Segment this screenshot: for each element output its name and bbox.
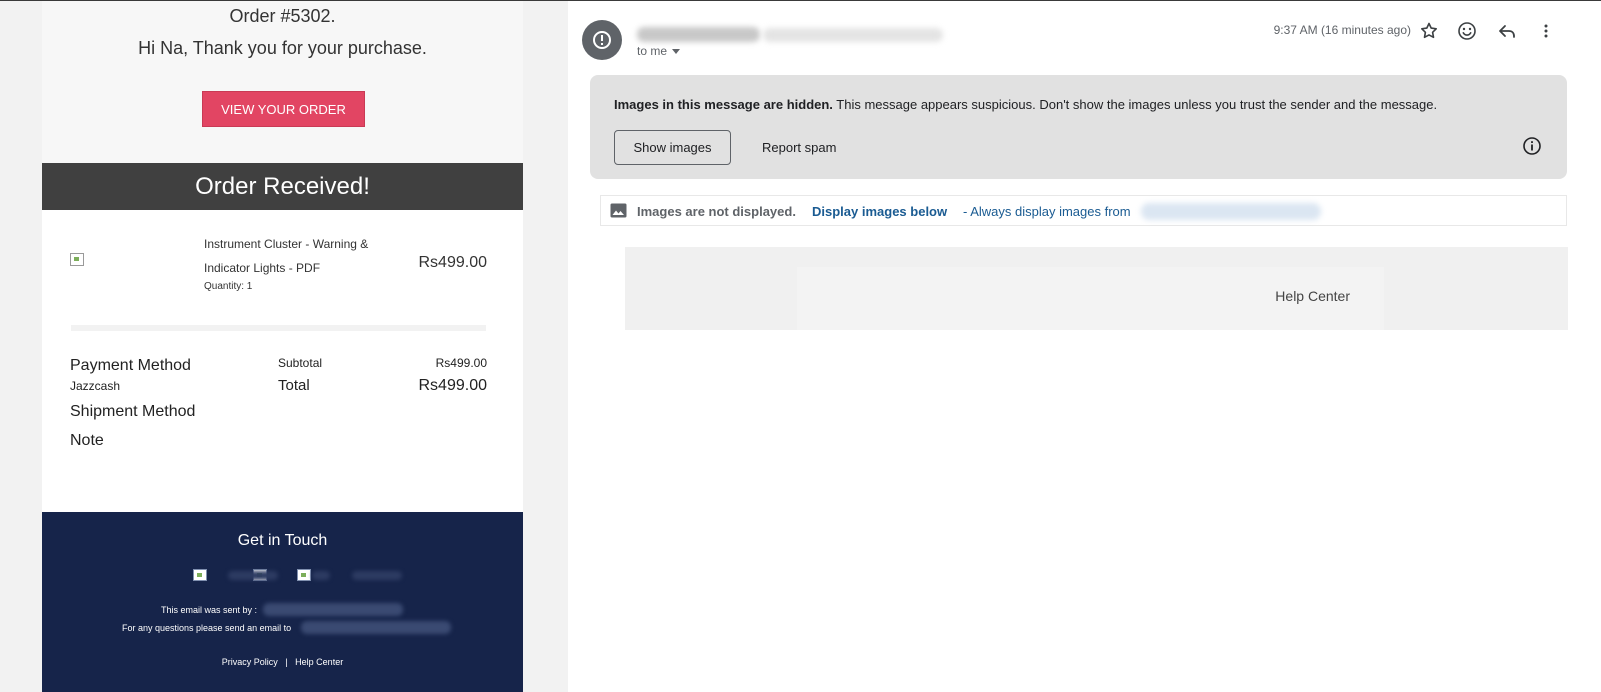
social-icon-3[interactable]	[297, 569, 311, 581]
view-order-button[interactable]: VIEW YOUR ORDER	[202, 91, 365, 127]
redacted-social-label	[312, 571, 330, 580]
item-title: Instrument Cluster - Warning & Indicator…	[204, 237, 369, 275]
report-spam-button[interactable]: Report spam	[750, 130, 848, 165]
redacted-sender-domain	[1141, 203, 1321, 220]
item-quantity: Quantity: 1	[204, 281, 253, 292]
redacted-social-label	[352, 571, 402, 580]
email-body: Order #5302. Hi Na, Thank you for your p…	[42, 1, 523, 692]
images-not-displayed-text: Images are not displayed.	[637, 204, 796, 219]
get-in-touch-heading: Get in Touch	[237, 532, 328, 549]
payment-method-value: Jazzcash	[70, 379, 121, 393]
redacted-sender-address	[763, 28, 943, 42]
item-divider	[71, 325, 486, 331]
info-icon[interactable]	[1521, 135, 1543, 157]
total-value: Rs499.00	[418, 377, 488, 394]
images-not-displayed-bar: Images are not displayed. Display images…	[600, 195, 1567, 226]
footer-help-center-link[interactable]: Help Center	[295, 657, 343, 667]
warning-rest-text: This message appears suspicious. Don't s…	[832, 97, 1438, 112]
star-icon[interactable]	[1417, 19, 1441, 43]
alert-circle-icon	[593, 31, 611, 49]
mail-client-pane: to me 9:37 AM (16 minutes ago) Images in…	[568, 1, 1601, 692]
order-number: Order #5302.	[229, 6, 336, 26]
always-display-images-link[interactable]: - Always display images from	[963, 204, 1131, 219]
reply-icon[interactable]	[1495, 19, 1519, 43]
display-images-below-link[interactable]: Display images below	[812, 204, 947, 219]
show-images-button[interactable]: Show images	[614, 130, 731, 165]
social-icon-1[interactable]	[193, 569, 207, 581]
sent-by-text: This email was sent by :	[161, 605, 258, 615]
note-label: Note	[70, 432, 104, 449]
help-center-link[interactable]: Help Center	[1275, 288, 1350, 304]
screenshot-frame: Order #5302. Hi Na, Thank you for your p…	[0, 0, 1601, 692]
footer-separator: |	[285, 657, 288, 667]
redacted-support-email	[301, 621, 451, 634]
questions-text: For any questions please send an email t…	[122, 623, 292, 633]
to-me-label: to me	[637, 44, 668, 58]
emoji-icon[interactable]	[1455, 19, 1479, 43]
footer-links: Privacy Policy | Help Center	[42, 657, 523, 667]
shipment-method-label: Shipment Method	[70, 403, 196, 420]
item-price: Rs499.00	[418, 254, 488, 271]
redacted-sender-email	[263, 603, 403, 616]
warning-text: Images in this message are hidden. This …	[614, 97, 1437, 112]
warning-bold-text: Images in this message are hidden.	[614, 97, 833, 112]
recipient-dropdown[interactable]: to me	[637, 44, 681, 58]
subtotal-value: Rs499.00	[435, 356, 487, 370]
email-footer: Get in Touch This email was sent by : Fo…	[42, 512, 523, 692]
sender-avatar[interactable]	[582, 20, 622, 60]
broken-image-icon	[70, 253, 84, 266]
subtotal-label: Subtotal	[278, 356, 323, 370]
suspicious-warning-box: Images in this message are hidden. This …	[590, 75, 1567, 179]
total-label: Total	[278, 377, 310, 394]
image-icon	[610, 203, 627, 218]
email-hero: Order #5302. Hi Na, Thank you for your p…	[42, 1, 523, 163]
redacted-sender-name	[637, 27, 760, 42]
email-preview-pane: Order #5302. Hi Na, Thank you for your p…	[0, 1, 568, 692]
email-content-card: Help Center	[797, 267, 1384, 330]
privacy-policy-link[interactable]: Privacy Policy	[222, 657, 278, 667]
redacted-social-label	[228, 571, 278, 580]
order-received-banner: Order Received!	[42, 163, 523, 210]
message-timestamp: 9:37 AM (16 minutes ago)	[1273, 23, 1411, 37]
payment-method-label: Payment Method	[70, 357, 191, 374]
email-content-placeholder: Help Center	[625, 247, 1568, 330]
greeting-text: Hi Na, Thank you for your purchase.	[138, 38, 427, 58]
chevron-down-icon	[672, 49, 681, 55]
more-vert-icon[interactable]	[1534, 19, 1558, 43]
